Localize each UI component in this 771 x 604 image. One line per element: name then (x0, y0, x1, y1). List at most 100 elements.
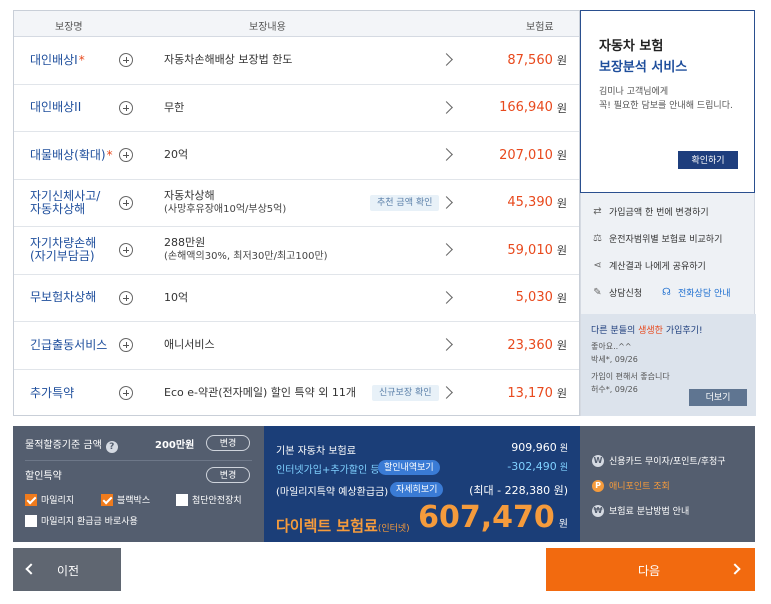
premium-unit: 원 (556, 291, 567, 305)
help-icon[interactable]: ? (105, 441, 118, 453)
table-row[interactable]: 추가특약 Eco e-약관(전자메일) 할인 특약 외 11개 신규보장 확인 … (14, 370, 579, 418)
table-row[interactable]: 무보험차상해 10억 5,030 원 (14, 275, 579, 322)
promo-desc-line1: 김미나 고객님에게 (599, 87, 669, 97)
discount-terms-label: 할인특약 (25, 471, 62, 482)
table-row[interactable]: 자기신체사고/자동차상해 자동차상해 (사망후유장애10억/부상5억) 추천 금액… (14, 180, 579, 227)
point-icon: P (592, 479, 604, 492)
review-text: 가입이 편해서 좋습니다 (591, 372, 670, 381)
plus-circle-icon[interactable] (119, 53, 133, 68)
credit-card-link[interactable]: W 신용카드 무이자/포인트/후청구 (592, 454, 726, 467)
premium-unit: 원 (556, 54, 567, 68)
base-premium-value: 909,960 원 (511, 441, 568, 454)
promo-subtitle: 보장분석 서비스 (599, 60, 688, 75)
coverage-content: Eco e-약관(전자메일) 할인 특약 외 11개 (164, 386, 356, 400)
confirm-button[interactable]: 확인하기 (678, 151, 738, 169)
next-button[interactable]: 다음 (546, 548, 755, 591)
chevron-right-icon[interactable] (440, 195, 453, 209)
prev-button[interactable]: 이전 (13, 548, 121, 591)
review-author: 허수*, 09/26 (591, 385, 638, 394)
chevron-right-icon[interactable] (440, 243, 453, 257)
discount-value: -302,490 원 (507, 460, 568, 473)
required-mark: * (78, 52, 85, 67)
premium-summary: 기본 자동차 보험료 909,960 원 인터넷가입+추가할인 등 할인내역보기 … (264, 426, 580, 542)
chevron-left-icon (25, 563, 37, 575)
coverage-analysis-promo: 자동차 보험 보장분석 서비스 김미나 고객님에게 꼭! 필요한 담보를 안내해… (580, 10, 755, 193)
coverage-name: 대인배상I (30, 52, 78, 67)
mileage-refund-value: (최대 - 228,380 원) (469, 484, 568, 497)
chevron-right-icon[interactable] (440, 338, 453, 352)
card-icon: W (592, 454, 604, 467)
premium-value: 166,940 (499, 100, 553, 116)
plus-circle-icon[interactable] (119, 338, 133, 353)
coverage-table: 보장명 보장내용 보험료 대인배상I * 자동차손해배상 보장법 한도 87,56… (13, 10, 580, 416)
coverage-name: 자기신체사고/ (30, 188, 101, 203)
premium-value: 87,560 (507, 52, 553, 68)
new-coverage-tag[interactable]: 신규보장 확인 (372, 385, 439, 402)
header-coverage-name: 보장명 (55, 22, 83, 33)
chevron-right-icon[interactable] (440, 148, 453, 162)
plus-circle-icon[interactable] (119, 100, 133, 115)
table-row[interactable]: 대물배상(확대) * 20억 207,010 원 (14, 132, 579, 180)
chevron-right-icon[interactable] (440, 386, 453, 400)
compare-driver-range-link[interactable]: ⚖ 운전자범위별 보험료 비교하기 (592, 232, 722, 245)
mileage-checkbox[interactable]: 마일리지 (25, 493, 74, 506)
discount-detail-button[interactable]: 할인내역보기 (378, 460, 440, 475)
premium-unit: 원 (556, 196, 567, 210)
plus-circle-icon[interactable] (119, 386, 133, 401)
header-coverage-content: 보장내용 (249, 22, 286, 33)
review-author: 박세*, 09/26 (591, 355, 638, 364)
share-result-link[interactable]: ⋖ 계산결과 나에게 공유하기 (592, 259, 706, 272)
premium-value: 207,010 (499, 147, 553, 163)
change-basis-button[interactable]: 변경 (206, 435, 250, 451)
mileage-basis-label: 물적할증기준 금액? (25, 436, 118, 453)
checkbox-icon (25, 514, 37, 527)
phone-consult-link[interactable]: ☊ 전화상담 안내 (661, 286, 731, 299)
chevron-right-icon[interactable] (440, 290, 453, 304)
table-row[interactable]: 긴급출동서비스 애니서비스 23,360 원 (14, 322, 579, 370)
coverage-content: 288만원 (164, 236, 206, 250)
direct-premium-label: 다이렉트 보험료(인터넷) (276, 517, 410, 535)
safety-device-checkbox[interactable]: 첨단안전장치 (176, 493, 242, 506)
change-amount-link[interactable]: ⇄ 가입금액 한 번에 변경하기 (592, 205, 708, 218)
coverage-name: 대인배상II (30, 100, 82, 115)
mileage-detail-button[interactable]: 자세히보기 (390, 482, 444, 497)
table-row[interactable]: 대인배상I * 자동차손해배상 보장법 한도 87,560 원 (14, 37, 579, 85)
coverage-name-line2: 자동차상해 (30, 201, 86, 216)
review-box: 다른 분들의 생생한 가입후기! 좋아요..^^ 박세*, 09/26 가입이 … (581, 314, 756, 416)
premium-unit: 원 (556, 339, 567, 353)
chevron-right-icon[interactable] (440, 100, 453, 114)
plus-circle-icon[interactable] (119, 243, 133, 258)
change-discount-button[interactable]: 변경 (206, 467, 250, 483)
coverage-name: 추가특약 (30, 385, 75, 400)
header-premium: 보험료 (526, 22, 554, 33)
coverage-name: 무보험차상해 (30, 290, 97, 305)
installment-guide-link[interactable]: ₩ 보험료 분납방법 안내 (592, 504, 689, 517)
table-row[interactable]: 대인배상II 무한 166,940 원 (14, 85, 579, 132)
balance-icon: ⚖ (593, 233, 602, 244)
blackbox-checkbox[interactable]: 블랙박스 (101, 493, 150, 506)
required-mark: * (106, 147, 113, 162)
coverage-content-detail: (손해액의30%, 최저30만/최고100만) (164, 251, 328, 263)
premium-value: 45,390 (507, 195, 553, 211)
plus-circle-icon[interactable] (119, 290, 133, 305)
plus-circle-icon[interactable] (119, 195, 133, 210)
divider (25, 460, 252, 461)
table-row[interactable]: 자기차량손해 (자기부담금) 288만원 (손해액의30%, 최저30만/최고100… (14, 227, 579, 275)
review-heading: 다른 분들의 생생한 가입후기! (591, 326, 703, 336)
more-reviews-button[interactable]: 더보기 (689, 389, 747, 406)
consult-request-link[interactable]: ✎ 상담신청 (592, 286, 642, 299)
checkbox-checked-icon (101, 493, 113, 506)
premium-value: 23,360 (507, 337, 553, 353)
coverage-content: 20억 (164, 148, 189, 162)
direct-premium-value: 607,470 원 (418, 500, 568, 535)
coverage-content: 무한 (164, 100, 185, 114)
recommend-amount-tag[interactable]: 추천 금액 확인 (370, 194, 440, 211)
plus-circle-icon[interactable] (119, 148, 133, 163)
premium-value: 59,010 (507, 242, 553, 258)
mileage-basis-amount: 200만원 (155, 440, 195, 451)
coverage-content: 10억 (164, 290, 189, 304)
mileage-refund-checkbox[interactable]: 마일리지 환급금 바로사용 (25, 514, 138, 527)
chevron-right-icon[interactable] (440, 53, 453, 67)
base-premium-label: 기본 자동차 보험료 (276, 446, 356, 457)
any-point-link[interactable]: P 애니포인트 조회 (592, 479, 670, 492)
